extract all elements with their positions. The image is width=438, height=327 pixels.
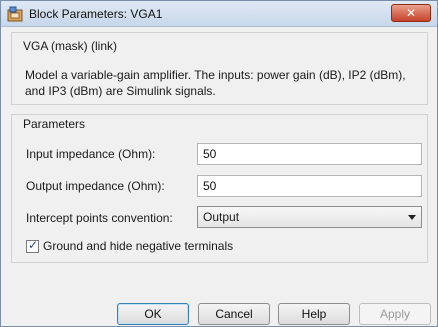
parameters-legend: Parameters [20, 117, 89, 131]
simulink-block-icon [7, 6, 23, 22]
intercept-convention-dropdown[interactable]: Output [197, 206, 422, 228]
checkmark-icon: ✓ [28, 238, 39, 252]
input-impedance-field[interactable] [197, 143, 422, 165]
description-group: VGA (mask) (link) Model a variable-gain … [11, 32, 428, 105]
block-description: Model a variable-gain amplifier. The inp… [25, 68, 406, 98]
close-button[interactable]: ✕ [391, 4, 431, 22]
ground-checkbox-label[interactable]: Ground and hide negative terminals [43, 239, 233, 253]
parameters-group: Parameters Input impedance (Ohm): Output… [11, 114, 428, 263]
intercept-convention-label: Intercept points convention: [26, 211, 173, 225]
output-impedance-field[interactable] [197, 175, 422, 197]
block-parameters-dialog: Block Parameters: VGA1 ✕ VGA (mask) (lin… [0, 0, 438, 327]
mask-title: VGA (mask) (link) [20, 39, 121, 53]
intercept-convention-value: Output [203, 210, 240, 224]
chevron-down-icon [408, 215, 416, 220]
apply-button[interactable]: Apply [359, 303, 431, 325]
close-icon: ✕ [405, 6, 417, 20]
cancel-button[interactable]: Cancel [198, 303, 270, 325]
title-bar[interactable]: Block Parameters: VGA1 ✕ [1, 1, 437, 27]
window-title: Block Parameters: VGA1 [29, 7, 163, 21]
ok-button[interactable]: OK [117, 303, 189, 325]
input-impedance-label: Input impedance (Ohm): [26, 147, 156, 161]
help-button[interactable]: Help [278, 303, 350, 325]
ground-checkbox[interactable]: ✓ [26, 238, 39, 253]
output-impedance-label: Output impedance (Ohm): [26, 179, 165, 193]
